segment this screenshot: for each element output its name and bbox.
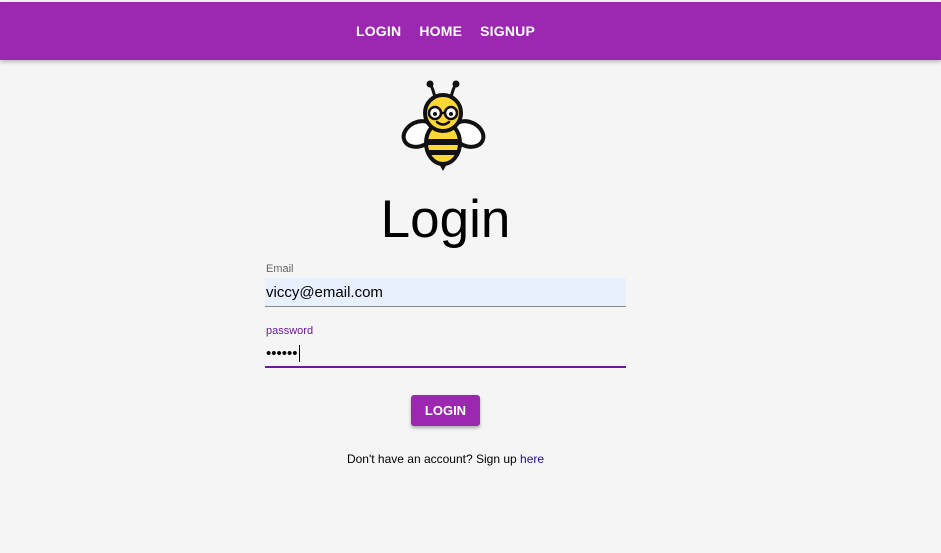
nav-home-link[interactable]: HOME: [419, 23, 462, 39]
nav-login-link[interactable]: LOGIN: [356, 23, 401, 39]
email-value: viccy@email.com: [266, 283, 383, 301]
page-title: Login: [380, 190, 511, 249]
signup-prompt-text: Don't have an account? Sign up: [346, 452, 517, 466]
text-caret: [298, 344, 300, 362]
top-app-bar: LOGIN HOME SIGNUP: [0, 2, 941, 60]
password-field[interactable]: ••••••: [265, 340, 626, 368]
login-button[interactable]: LOGIN: [411, 395, 480, 426]
signup-prompt: Don't have an account? Sign up here: [0, 452, 891, 466]
email-field[interactable]: viccy@email.com: [265, 278, 626, 307]
password-value: ••••••: [266, 344, 298, 362]
signup-here-link[interactable]: here: [520, 452, 544, 466]
email-label: Email: [266, 263, 294, 275]
password-label: password: [266, 325, 314, 337]
top-nav: LOGIN HOME SIGNUP: [0, 2, 891, 60]
nav-signup-link[interactable]: SIGNUP: [480, 23, 535, 39]
bee-icon: [401, 80, 486, 171]
